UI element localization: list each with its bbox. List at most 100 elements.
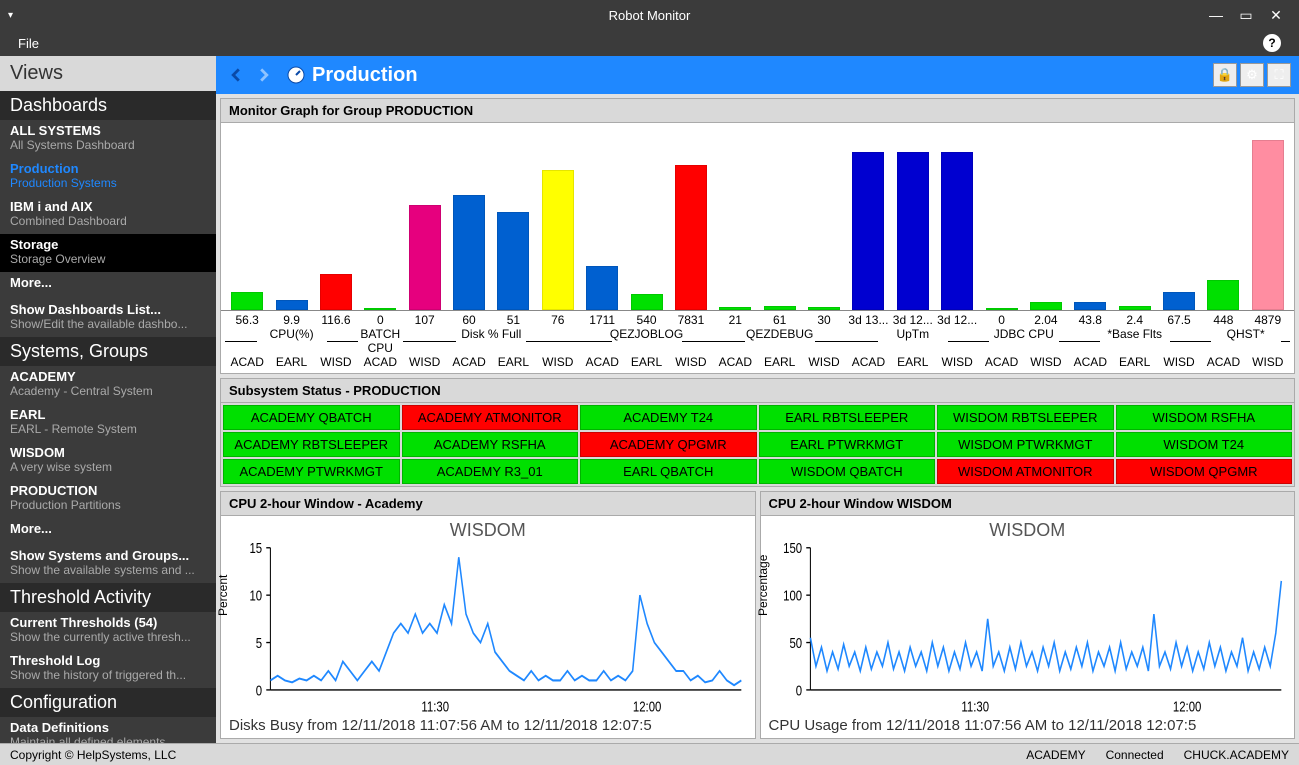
bar-value-10: 7831 <box>669 311 713 327</box>
settings-button[interactable]: ⚙ <box>1240 63 1264 87</box>
bar-sys-14: ACAD <box>846 355 890 369</box>
dashboard-item-0[interactable]: ALL SYSTEMSAll Systems Dashboard <box>0 120 216 158</box>
bar-4[interactable] <box>403 205 447 310</box>
subsys-cell-15[interactable]: WISDOM QBATCH <box>759 459 936 484</box>
bar-value-7: 76 <box>536 311 580 327</box>
subsys-cell-2[interactable]: ACADEMY T24 <box>580 405 757 430</box>
bar-value-21: 67.5 <box>1157 311 1201 327</box>
status-connection: Connected <box>1106 748 1164 762</box>
dashboard-item-2[interactable]: IBM i and AIXCombined Dashboard <box>0 196 216 234</box>
bar-sys-4: WISD <box>403 355 447 369</box>
file-menu[interactable]: File <box>18 36 39 51</box>
bar-16[interactable] <box>935 152 979 310</box>
bar-21[interactable] <box>1157 292 1201 310</box>
subsys-cell-16[interactable]: WISDOM ATMONITOR <box>937 459 1114 484</box>
subsystem-panel: Subsystem Status - PRODUCTION ACADEMY QB… <box>220 378 1295 487</box>
bar-7[interactable] <box>536 170 580 310</box>
subsys-cell-8[interactable]: ACADEMY QPGMR <box>580 432 757 457</box>
bar-sys-16: WISD <box>935 355 979 369</box>
threshold-item-1[interactable]: Threshold LogShow the history of trigger… <box>0 650 216 688</box>
status-host: CHUCK.ACADEMY <box>1184 748 1289 762</box>
bar-8[interactable] <box>580 266 624 310</box>
subsystem-title: Subsystem Status - PRODUCTION <box>221 379 1294 403</box>
subsys-cell-1[interactable]: ACADEMY ATMONITOR <box>402 405 579 430</box>
views-header: Views <box>0 56 216 91</box>
bar-sys-12: EARL <box>758 355 802 369</box>
threshold-item-0[interactable]: Current Thresholds (54)Show the currentl… <box>0 612 216 650</box>
bar-sys-2: WISD <box>314 355 358 369</box>
bar-9[interactable] <box>624 294 668 310</box>
system-item-3[interactable]: PRODUCTIONProduction Partitions <box>0 480 216 518</box>
subsys-cell-14[interactable]: EARL QBATCH <box>580 459 757 484</box>
bar-value-6: 51 <box>491 311 535 327</box>
bar-6[interactable] <box>491 212 535 310</box>
bar-value-20: 2.4 <box>1113 311 1157 327</box>
system-item-1[interactable]: EARLEARL - Remote System <box>0 404 216 442</box>
bar-value-13: 30 <box>802 311 846 327</box>
bar-23[interactable] <box>1246 140 1290 310</box>
subsys-cell-4[interactable]: WISDOM RBTSLEEPER <box>937 405 1114 430</box>
show-dashboards-link[interactable]: Show Dashboards List... Show/Edit the av… <box>0 296 216 337</box>
subsys-cell-17[interactable]: WISDOM QPGMR <box>1116 459 1293 484</box>
show-systems-link[interactable]: Show Systems and Groups... Show the avai… <box>0 542 216 583</box>
group-label-7: *Base Flts <box>1068 327 1201 355</box>
bar-0[interactable] <box>225 292 269 310</box>
cpu-left-caption: Disks Busy from 12/11/2018 11:07:56 AM t… <box>229 717 747 734</box>
dashboard-item-4[interactable]: More... <box>0 272 216 296</box>
bar-2[interactable] <box>314 274 358 310</box>
system-item-4[interactable]: More... <box>0 518 216 542</box>
bar-sys-17: ACAD <box>979 355 1023 369</box>
dashboard-item-1[interactable]: ProductionProduction Systems <box>0 158 216 196</box>
subsys-cell-11[interactable]: WISDOM T24 <box>1116 432 1293 457</box>
bar-14[interactable] <box>846 152 890 310</box>
line-chart[interactable]: 05101511:3012:00 <box>229 541 747 717</box>
cpu-left-title: WISDOM <box>229 520 747 541</box>
window-title: Robot Monitor <box>0 8 1299 23</box>
group-label-0: CPU(%) <box>225 327 358 355</box>
dashboard-item-3[interactable]: StorageStorage Overview <box>0 234 216 272</box>
line-chart[interactable]: 05010015011:3012:00 <box>769 541 1287 717</box>
bar-sys-9: EARL <box>624 355 668 369</box>
bar-value-23: 4879 <box>1246 311 1290 327</box>
group-label-1: BATCH CPU <box>358 327 402 355</box>
bar-15[interactable] <box>891 152 935 310</box>
bar-value-14: 3d 13... <box>846 311 890 327</box>
subsys-cell-5[interactable]: WISDOM RSFHA <box>1116 405 1293 430</box>
subsys-cell-13[interactable]: ACADEMY R3_01 <box>402 459 579 484</box>
bar-1[interactable] <box>269 300 313 310</box>
bar-5[interactable] <box>447 195 491 310</box>
bar-18[interactable] <box>1024 302 1068 310</box>
help-icon[interactable]: ? <box>1263 34 1281 52</box>
bar-value-11: 21 <box>713 311 757 327</box>
bar-10[interactable] <box>669 165 713 310</box>
bar-value-19: 43.8 <box>1068 311 1112 327</box>
content-area: Production 🔒 ⚙ ⛶ Monitor Graph for Group… <box>216 56 1299 743</box>
subsys-cell-0[interactable]: ACADEMY QBATCH <box>223 405 400 430</box>
subsys-cell-10[interactable]: WISDOM PTWRKMGT <box>937 432 1114 457</box>
config-item-0[interactable]: Data DefinitionsMaintain all defined ele… <box>0 717 216 743</box>
expand-button[interactable]: ⛶ <box>1267 63 1291 87</box>
monitor-graph-title: Monitor Graph for Group PRODUCTION <box>221 99 1294 123</box>
system-item-0[interactable]: ACADEMYAcademy - Central System <box>0 366 216 404</box>
group-label-6: JDBC CPU <box>979 327 1068 355</box>
subsys-cell-12[interactable]: ACADEMY PTWRKMGT <box>223 459 400 484</box>
bar-sys-7: WISD <box>536 355 580 369</box>
threshold-section: Threshold Activity <box>0 583 216 612</box>
forward-button[interactable] <box>252 63 276 87</box>
bar-22[interactable] <box>1201 280 1245 310</box>
monitor-graph-panel: Monitor Graph for Group PRODUCTION 56.39… <box>220 98 1295 374</box>
bar-value-3: 0 <box>358 311 402 327</box>
cpu-right-header: CPU 2-hour Window WISDOM <box>761 492 1295 516</box>
bar-19[interactable] <box>1068 302 1112 310</box>
subsys-cell-3[interactable]: EARL RBTSLEEPER <box>759 405 936 430</box>
lock-button[interactable]: 🔒 <box>1213 63 1237 87</box>
bar-value-1: 9.9 <box>269 311 313 327</box>
back-button[interactable] <box>224 63 248 87</box>
subsys-cell-9[interactable]: EARL PTWRKMGT <box>759 432 936 457</box>
bar-sys-19: ACAD <box>1068 355 1112 369</box>
subsys-cell-7[interactable]: ACADEMY RSFHA <box>402 432 579 457</box>
system-item-2[interactable]: WISDOMA very wise system <box>0 442 216 480</box>
bar-value-5: 60 <box>447 311 491 327</box>
subsys-cell-6[interactable]: ACADEMY RBTSLEEPER <box>223 432 400 457</box>
bar-sys-13: WISD <box>802 355 846 369</box>
